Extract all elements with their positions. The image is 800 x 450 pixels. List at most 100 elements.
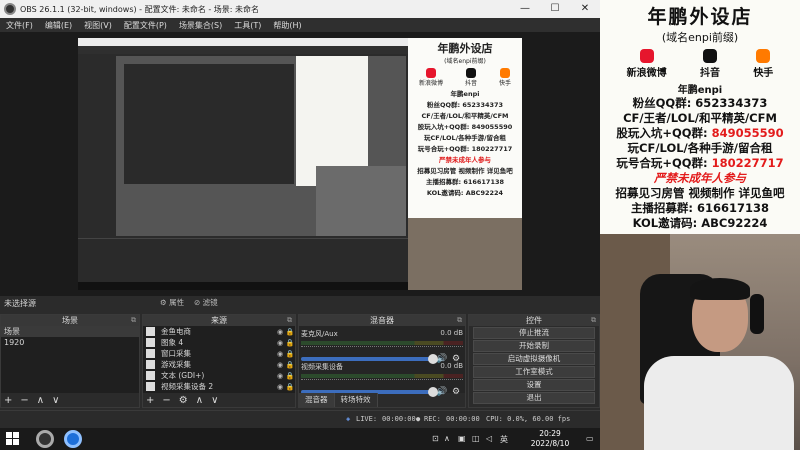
canvas-line-5: 严禁未成年人参与 [439, 156, 491, 164]
image-source-icon [146, 338, 155, 347]
volume-slider[interactable] [301, 354, 438, 364]
eye-icon[interactable]: ◉ [275, 350, 285, 358]
eye-icon[interactable]: ◉ [275, 372, 285, 380]
maximize-button[interactable]: ☐ [540, 0, 570, 18]
source-item[interactable]: 视频采集设备 2 ◉ 🔒 [143, 381, 295, 392]
eye-icon[interactable]: ◉ [275, 383, 285, 391]
canvas-line-8: KOL邀请码: ABC92224 [426, 189, 504, 197]
tray-bluetooth-icon[interactable]: ▣ [458, 434, 466, 443]
person-hair [690, 278, 750, 300]
lock-icon[interactable]: 🔒 [285, 372, 295, 380]
poster-line-games: CF/王者/LOL/和平精英/CFM [623, 111, 777, 125]
tray-wifi-icon[interactable]: ◫ [472, 434, 480, 443]
menu-help[interactable]: 帮助(H) [267, 20, 307, 31]
source-item[interactable]: 游戏采集 ◉ 🔒 [143, 359, 295, 370]
lock-icon[interactable]: 🔒 [285, 339, 295, 347]
tab-mixer[interactable]: 混音器 [299, 393, 335, 407]
gear-icon[interactable]: ⚙ [179, 395, 188, 406]
menu-edit[interactable]: 编辑(E) [39, 20, 78, 31]
sources-list: 金鱼电商 ◉ 🔒 图象 4 ◉ 🔒 窗口采集 ◉ 🔒 游戏采集 ◉ 🔒 文本 (GDI+) ◉ 🔒 … [143, 326, 295, 393]
slider-handle[interactable] [428, 387, 438, 397]
canvas-line-6: 招募见习房管 视频制作 详见鱼吧 [417, 167, 513, 175]
title-bar: OBS 26.1.1 (32-bit, windows) - 配置文件: 未命名… [0, 0, 600, 18]
dock-undock-icon[interactable]: ⧉ [131, 315, 136, 326]
rent-group-text: 股玩入坑+QQ群: [616, 126, 712, 140]
start-recording-button[interactable]: 开始录制 [473, 340, 595, 352]
stop-streaming-button[interactable]: 停止推流 [473, 327, 595, 339]
remove-scene-icon[interactable]: − [20, 395, 28, 406]
scenes-list: 场景 1920 [1, 326, 139, 393]
source-item[interactable]: 金鱼电商 ◉ 🔒 [143, 326, 295, 337]
canvas-weibo: 新浪微博 [419, 68, 443, 87]
channel-db: 0.0 dB [440, 329, 463, 337]
scenes-dock: 场景 ⧉ 场景 1920 + − ∧ ∨ [0, 314, 140, 408]
start-virtual-camera-button[interactable]: 启动虚拟摄像机 [473, 353, 595, 365]
notification-icon[interactable]: ▭ [586, 434, 594, 443]
scene-item[interactable]: 场景 [1, 326, 139, 337]
canvas-line-2: 股玩入坑+QQ群: 849055590 [417, 123, 513, 131]
settings-button[interactable]: 设置 [473, 379, 595, 391]
poster-line-streamer: 主播招募群: 616617138 [630, 201, 770, 215]
eye-icon[interactable]: ◉ [275, 328, 285, 336]
poster-douyin: 抖音 [700, 49, 720, 79]
taskbar-clock[interactable]: 20:29 2022/8/10 [520, 429, 580, 449]
menu-profile[interactable]: 配置文件(P) [118, 20, 173, 31]
tray-chevron-icon[interactable]: ∧ [444, 434, 450, 443]
source-item[interactable]: 图象 4 ◉ 🔒 [143, 337, 295, 348]
move-down-icon[interactable]: ∨ [211, 395, 218, 406]
meter-scale [301, 346, 463, 352]
menu-scene-collection[interactable]: 场景集合(S) [173, 20, 228, 31]
add-scene-icon[interactable]: + [4, 395, 12, 406]
filters-button[interactable]: ⊘ 滤镜 [194, 297, 218, 309]
canvas-kuaishou-label: 快手 [498, 80, 511, 87]
dock-undock-icon[interactable]: ⧉ [591, 315, 596, 326]
live-icon: ◈ [346, 415, 351, 423]
sources-dock: 来源 ⧉ 金鱼电商 ◉ 🔒 图象 4 ◉ 🔒 窗口采集 ◉ 🔒 游戏采集 ◉ 🔒 文本 (GDI+… [142, 314, 296, 408]
studio-mode-button[interactable]: 工作室模式 [473, 366, 595, 378]
account-group-text: 玩号合玩+QQ群: [616, 156, 712, 170]
input-language[interactable]: 英 [500, 434, 508, 445]
minimize-button[interactable]: — [510, 0, 540, 18]
live-time: 00:00:00 [382, 415, 416, 423]
rent-group-number: 849055590 [711, 126, 784, 140]
lock-icon[interactable]: 🔒 [285, 383, 295, 391]
properties-button[interactable]: ⚙ 属性 [160, 297, 184, 309]
nested-webcam [316, 166, 406, 236]
lock-icon[interactable]: 🔒 [285, 328, 295, 336]
eye-icon[interactable]: ◉ [275, 339, 285, 347]
gear-icon[interactable]: ⚙ [449, 387, 463, 397]
exit-button[interactable]: 退出 [473, 392, 595, 404]
dock-undock-icon[interactable]: ⧉ [287, 315, 292, 326]
lock-icon[interactable]: 🔒 [285, 350, 295, 358]
move-up-icon[interactable]: ∧ [196, 395, 203, 406]
preview-area[interactable]: 年鹏外设店 (域名enpi前缀) 新浪微博 抖音 快手 年鹏enpi 粉丝QQ群… [0, 32, 600, 296]
preview-canvas[interactable]: 年鹏外设店 (域名enpi前缀) 新浪微博 抖音 快手 年鹏enpi 粉丝QQ群… [78, 38, 522, 290]
eye-icon[interactable]: ◉ [275, 361, 285, 369]
controls-header: 控件 ⧉ [469, 315, 599, 326]
tray-volume-icon[interactable]: ◁ [486, 434, 492, 443]
move-up-icon[interactable]: ∧ [37, 395, 44, 406]
app-taskbar-icon[interactable] [64, 430, 82, 448]
windows-start-icon[interactable] [6, 432, 20, 446]
remove-source-icon[interactable]: − [162, 395, 170, 406]
dock-undock-icon[interactable]: ⧉ [457, 315, 462, 326]
move-down-icon[interactable]: ∨ [52, 395, 59, 406]
weibo-icon [425, 68, 436, 78]
lock-icon[interactable]: 🔒 [285, 361, 295, 369]
nested-preview [116, 56, 406, 236]
controls-buttons: 停止推流 开始录制 启动虚拟摄像机 工作室模式 设置 退出 [469, 326, 599, 404]
scene-item[interactable]: 1920 [1, 337, 139, 348]
close-button[interactable]: ✕ [570, 0, 600, 18]
tray-network-icon[interactable]: ⊡ [432, 434, 439, 443]
menu-view[interactable]: 视图(V) [78, 20, 118, 31]
scenes-title: 场景 [62, 316, 78, 325]
source-item[interactable]: 文本 (GDI+) ◉ 🔒 [143, 370, 295, 381]
menu-tools[interactable]: 工具(T) [228, 20, 267, 31]
add-source-icon[interactable]: + [146, 395, 154, 406]
menu-file[interactable]: 文件(F) [0, 20, 39, 31]
obs-taskbar-icon[interactable] [36, 430, 54, 448]
cpu-fps: CPU: 0.0%, 60.00 fps [486, 415, 571, 423]
canvas-douyin: 抖音 [465, 68, 477, 87]
source-item[interactable]: 窗口采集 ◉ 🔒 [143, 348, 295, 359]
tab-transitions[interactable]: 转场特效 [334, 393, 378, 407]
